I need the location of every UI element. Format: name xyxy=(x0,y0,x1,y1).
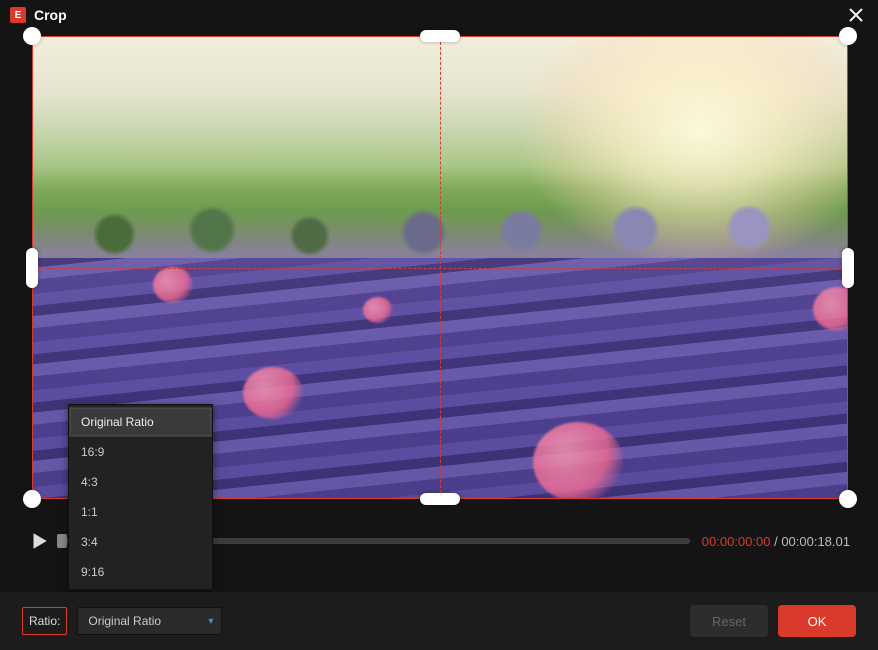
close-icon xyxy=(849,8,863,22)
ratio-label: Ratio: xyxy=(22,607,67,635)
crop-handle-left[interactable] xyxy=(26,248,38,288)
play-button[interactable] xyxy=(28,530,50,552)
window-title: Crop xyxy=(34,7,67,23)
ratio-option-16-9[interactable]: 16:9 xyxy=(69,437,212,467)
crop-handle-bottom-right[interactable] xyxy=(839,490,857,508)
current-time: 00:00:00:00 xyxy=(702,534,771,549)
crop-handle-top[interactable] xyxy=(420,30,460,42)
title-bar: E Crop xyxy=(0,0,878,30)
app-icon: E xyxy=(10,7,26,23)
ratio-option-4-3[interactable]: 4:3 xyxy=(69,467,212,497)
time-readout: 00:00:00:00 / 00:00:18.01 xyxy=(702,534,850,549)
ratio-option-3-4[interactable]: 3:4 xyxy=(69,527,212,557)
ratio-dropdown-menu[interactable]: Original Ratio 16:9 4:3 1:1 3:4 9:16 xyxy=(68,404,213,590)
ratio-option-original[interactable]: Original Ratio xyxy=(69,407,212,437)
play-icon xyxy=(28,530,50,552)
crop-handle-top-right[interactable] xyxy=(839,27,857,45)
reset-button[interactable]: Reset xyxy=(690,605,768,637)
ratio-option-9-16[interactable]: 9:16 xyxy=(69,557,212,587)
ok-button[interactable]: OK xyxy=(778,605,856,637)
crop-handle-bottom[interactable] xyxy=(420,493,460,505)
ratio-option-1-1[interactable]: 1:1 xyxy=(69,497,212,527)
ratio-selected-value: Original Ratio xyxy=(88,614,161,628)
timeline-thumb[interactable] xyxy=(57,534,67,548)
chevron-down-icon: ▾ xyxy=(208,616,213,627)
crop-handle-right[interactable] xyxy=(842,248,854,288)
crop-handle-top-left[interactable] xyxy=(23,27,41,45)
close-button[interactable] xyxy=(844,3,868,27)
crop-handle-bottom-left[interactable] xyxy=(23,490,41,508)
duration-time: 00:00:18.01 xyxy=(781,534,850,549)
ratio-select[interactable]: Original Ratio ▾ xyxy=(77,607,222,635)
bottom-bar: Ratio: Original Ratio ▾ Reset OK xyxy=(0,592,878,650)
crop-guide-horizontal xyxy=(33,268,847,269)
